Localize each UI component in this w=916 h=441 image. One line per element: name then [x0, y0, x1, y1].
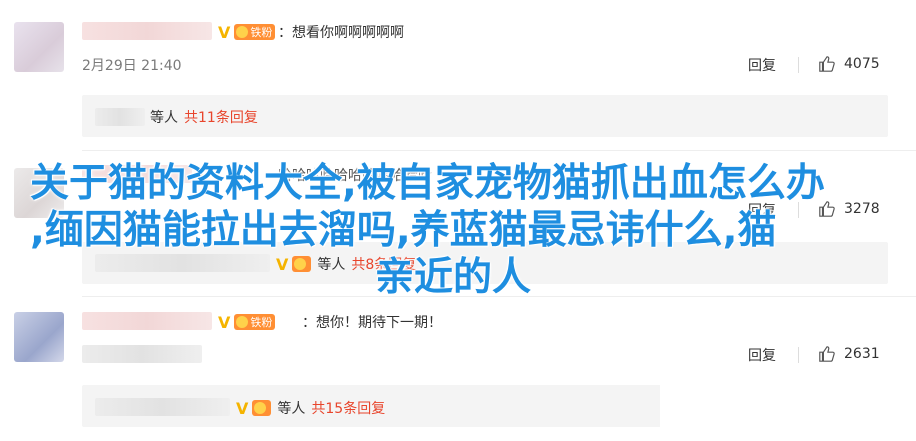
username-blurred[interactable] — [82, 22, 212, 40]
badge-label: 铁粉 — [250, 316, 273, 329]
reply-button[interactable]: 回复 — [748, 55, 776, 75]
star-icon — [236, 316, 249, 328]
reply-button[interactable]: 回复 — [748, 345, 776, 365]
sub-replies-summary[interactable]: 等人 共11条回复 — [150, 107, 258, 127]
avatar[interactable] — [14, 22, 64, 72]
like-count: 4075 — [844, 56, 880, 72]
iron-fan-badge — [252, 400, 272, 416]
vip-icon: V — [218, 22, 231, 42]
comment-time: 2月29日 21:40 — [82, 58, 182, 74]
vip-icon: V — [236, 398, 249, 418]
star-icon — [254, 402, 267, 414]
sub-user-label: 等人 — [277, 401, 306, 417]
comment-time-blurred — [82, 345, 202, 363]
thumbs-up-icon — [819, 346, 835, 362]
like-button[interactable]: 4075 — [818, 55, 880, 73]
badge-label: 铁粉 — [250, 26, 273, 39]
sub-username-blurred — [95, 398, 230, 416]
separator — [798, 347, 799, 363]
fan-badge: V 铁粉 — [218, 22, 276, 42]
fan-badge: V 铁粉 — [218, 312, 276, 332]
sub-user-label: 等人 — [150, 110, 178, 126]
thumbs-up-icon — [819, 56, 835, 72]
reply-count-link[interactable]: 共11条回复 — [184, 107, 258, 127]
star-icon — [236, 26, 249, 38]
avatar[interactable] — [14, 312, 64, 362]
overlay-headline: 关于猫的资料大全,被自家宠物猫抓出血怎么办 ,缅因猫能拉出去溜吗,养蓝猫最忌讳什… — [30, 160, 890, 301]
overlay-line-1: 关于猫的资料大全,被自家宠物猫抓出血怎么办 — [30, 161, 825, 206]
white-patch — [660, 384, 916, 441]
username-blurred[interactable] — [82, 312, 212, 330]
reply-count-link[interactable]: 共15条回复 — [311, 398, 385, 418]
comment-text: ：想你！期待下一期！ — [302, 315, 442, 331]
vip-icon: V — [218, 312, 231, 332]
sub-username-blurred — [95, 108, 145, 126]
like-count: 2631 — [844, 346, 880, 362]
overlay-line-3: 亲近的人 — [375, 255, 532, 300]
iron-fan-badge: 铁粉 — [234, 314, 276, 330]
separator — [798, 57, 799, 73]
comment-text: ：想看你啊啊啊啊啊 — [278, 25, 404, 41]
iron-fan-badge: 铁粉 — [234, 24, 276, 40]
overlay-line-2: ,缅因猫能拉出去溜吗,养蓝猫最忌讳什么,猫 — [30, 208, 777, 253]
divider — [82, 150, 916, 151]
like-button[interactable]: 2631 — [818, 345, 880, 363]
sub-replies-summary[interactable]: V 等人 共15条回复 — [236, 398, 385, 418]
